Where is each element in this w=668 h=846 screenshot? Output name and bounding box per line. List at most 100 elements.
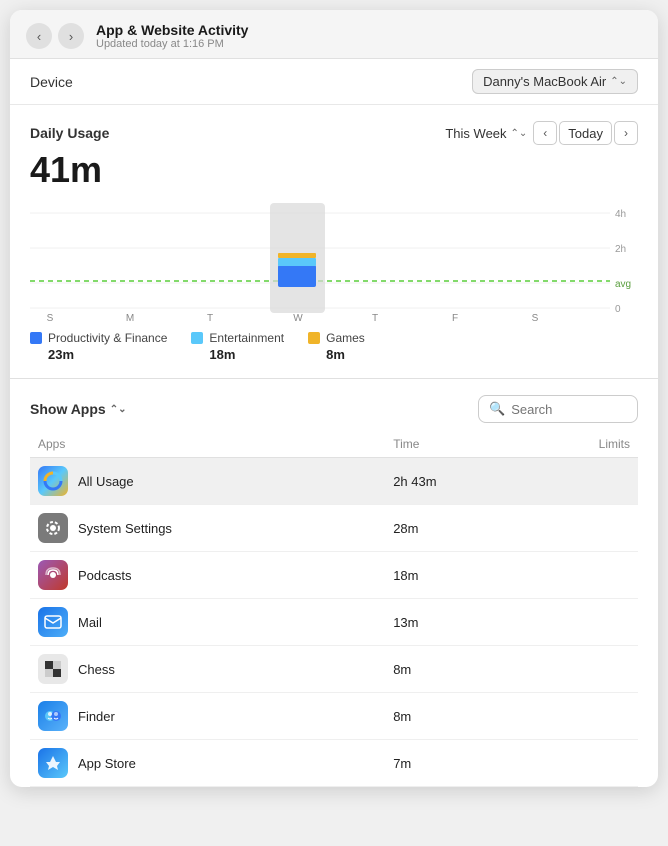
app-name-system-settings: System Settings — [78, 521, 172, 536]
table-row[interactable]: Chess 8m — [30, 646, 638, 693]
legend-label-row-games: Games — [308, 331, 365, 345]
app-cell-finder: Finder — [30, 693, 385, 740]
app-time-system-settings: 28m — [385, 505, 526, 552]
app-time-chess: 8m — [385, 646, 526, 693]
app-time-app-store: 7m — [385, 740, 526, 787]
app-limits-all-usage — [526, 458, 638, 505]
back-button[interactable]: ‹ — [26, 23, 52, 49]
mail-icon — [38, 607, 68, 637]
app-time-mail: 13m — [385, 599, 526, 646]
week-nav: This Week ⌃⌄ ‹ Today › — [445, 121, 638, 145]
app-cell-system-settings: System Settings — [30, 505, 385, 552]
svg-text:M: M — [126, 313, 134, 323]
svg-text:T: T — [372, 313, 378, 323]
app-name-mail: Mail — [78, 615, 102, 630]
usage-header: Daily Usage This Week ⌃⌄ ‹ Today › — [30, 121, 638, 145]
legend-item-entertainment: Entertainment 18m — [191, 331, 284, 362]
legend-text-productivity: Productivity & Finance — [48, 331, 167, 345]
app-name-chess: Chess — [78, 662, 115, 677]
chess-icon — [38, 654, 68, 684]
search-input[interactable] — [511, 402, 627, 417]
system-settings-svg — [43, 518, 63, 538]
device-row: Device Danny's MacBook Air ⌃⌄ — [10, 59, 658, 105]
table-header-row: Apps Time Limits — [30, 433, 638, 458]
main-window: ‹ › App & Website Activity Updated today… — [10, 10, 658, 787]
app-store-icon — [38, 748, 68, 778]
app-limits-app-store — [526, 740, 638, 787]
app-time-podcasts: 18m — [385, 552, 526, 599]
daily-usage-label: Daily Usage — [30, 125, 109, 141]
legend-item-productivity: Productivity & Finance 23m — [30, 331, 167, 362]
nav-buttons: ‹ › — [26, 23, 84, 49]
legend-time-productivity: 23m — [48, 347, 167, 362]
table-row[interactable]: Podcasts 18m — [30, 552, 638, 599]
forward-button[interactable]: › — [58, 23, 84, 49]
week-arrows-icon: ⌃⌄ — [511, 128, 528, 139]
app-name-app-store: App Store — [78, 756, 136, 771]
svg-text:T: T — [207, 313, 213, 323]
legend-text-entertainment: Entertainment — [209, 331, 284, 345]
svg-text:W: W — [293, 313, 303, 323]
svg-text:F: F — [452, 313, 458, 323]
title-bar: ‹ › App & Website Activity Updated today… — [10, 10, 658, 59]
daily-usage-section: Daily Usage This Week ⌃⌄ ‹ Today › 41m — [10, 105, 658, 374]
title-info: App & Website Activity Updated today at … — [96, 22, 248, 50]
week-selector[interactable]: This Week ⌃⌄ — [445, 126, 527, 141]
finder-svg — [43, 706, 63, 726]
prev-week-button[interactable]: ‹ — [533, 121, 557, 145]
app-limits-mail — [526, 599, 638, 646]
svg-text:0: 0 — [615, 304, 621, 315]
table-row[interactable]: System Settings 28m — [30, 505, 638, 552]
section-divider — [10, 378, 658, 379]
app-name-podcasts: Podcasts — [78, 568, 131, 583]
table-body: All Usage 2h 43m — [30, 458, 638, 787]
app-limits-finder — [526, 693, 638, 740]
table-header: Apps Time Limits — [30, 433, 638, 458]
legend-label-row-entertainment: Entertainment — [191, 331, 284, 345]
device-name: Danny's MacBook Air — [483, 74, 606, 89]
svg-text:S: S — [532, 313, 539, 323]
app-cell-all-usage: All Usage — [30, 458, 385, 505]
usage-chart: 4h 2h avg 0 S — [30, 203, 638, 323]
window-subtitle: Updated today at 1:16 PM — [96, 38, 248, 50]
search-box[interactable]: 🔍 — [478, 395, 638, 423]
svg-text:2h: 2h — [615, 244, 626, 255]
apps-header: Show Apps ⌃⌄ 🔍 — [30, 395, 638, 423]
chess-svg — [43, 659, 63, 679]
next-week-button[interactable]: › — [614, 121, 638, 145]
app-cell-chess: Chess — [30, 646, 385, 693]
legend-dot-productivity — [30, 332, 42, 344]
legend-time-entertainment: 18m — [209, 347, 284, 362]
device-label: Device — [30, 74, 73, 90]
app-cell-mail: Mail — [30, 599, 385, 646]
app-cell-podcasts: Podcasts — [30, 552, 385, 599]
device-selector[interactable]: Danny's MacBook Air ⌃⌄ — [472, 69, 638, 94]
apps-section: Show Apps ⌃⌄ 🔍 Apps Time Limits — [10, 383, 658, 787]
app-store-svg — [44, 754, 62, 772]
legend-time-games: 8m — [326, 347, 365, 362]
app-name-finder: Finder — [78, 709, 115, 724]
app-limits-podcasts — [526, 552, 638, 599]
usage-time-display: 41m — [30, 149, 638, 191]
finder-icon — [38, 701, 68, 731]
app-time-finder: 8m — [385, 693, 526, 740]
table-row[interactable]: App Store 7m — [30, 740, 638, 787]
chart-legend: Productivity & Finance 23m Entertainment… — [30, 331, 638, 362]
device-chevron-icon: ⌃⌄ — [610, 76, 627, 87]
col-apps: Apps — [30, 433, 385, 458]
table-row[interactable]: All Usage 2h 43m — [30, 458, 638, 505]
show-apps-label: Show Apps — [30, 401, 106, 417]
app-limits-system-settings — [526, 505, 638, 552]
legend-label-row-productivity: Productivity & Finance — [30, 331, 167, 345]
legend-dot-entertainment — [191, 332, 203, 344]
system-settings-icon — [38, 513, 68, 543]
table-row[interactable]: Finder 8m — [30, 693, 638, 740]
podcasts-icon — [38, 560, 68, 590]
table-row[interactable]: Mail 13m — [30, 599, 638, 646]
today-button[interactable]: Today — [559, 121, 612, 145]
show-apps-button[interactable]: Show Apps ⌃⌄ — [30, 401, 126, 417]
search-icon: 🔍 — [489, 401, 505, 417]
legend-item-games: Games 8m — [308, 331, 365, 362]
show-apps-arrows-icon: ⌃⌄ — [110, 404, 127, 415]
svg-text:avg: avg — [615, 279, 631, 290]
